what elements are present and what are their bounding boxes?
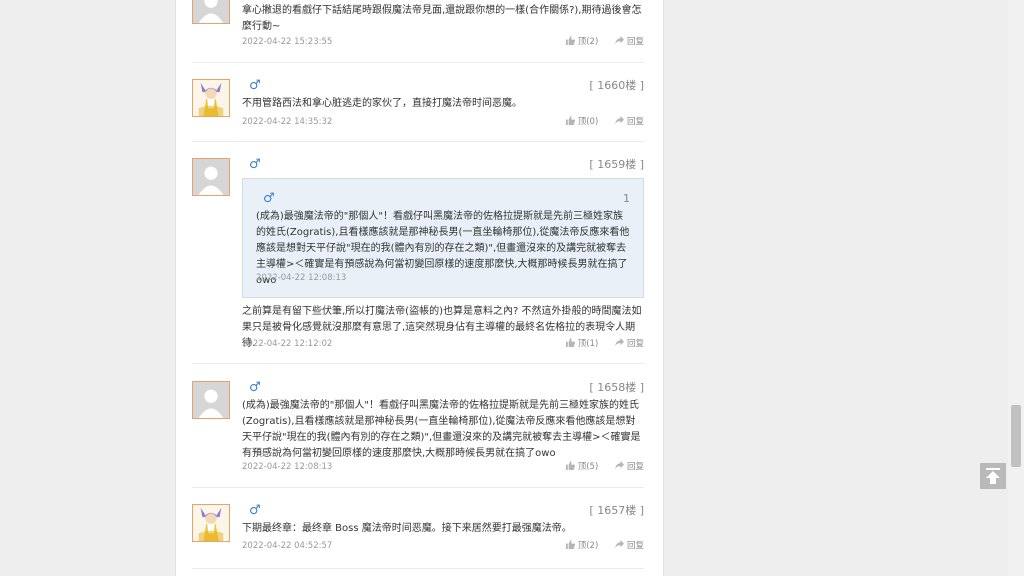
default-avatar-icon [193, 382, 229, 418]
default-avatar[interactable] [192, 158, 230, 196]
divider [192, 363, 644, 364]
quote-time: 2022-04-22 12:08:13 [256, 273, 347, 283]
like-button[interactable]: 顶(0) [565, 115, 598, 129]
reply-button[interactable]: 回复 [614, 115, 644, 129]
comment-text: (成為)最強魔法帝的"那個人"！看戲仔叫黑魔法帝的佐格拉提斯就是先前三極姓家族的… [242, 400, 641, 459]
like-button[interactable]: 顶(2) [565, 35, 598, 49]
comment-meta: 2022-04-22 14:35:32 顶(0) 回复 [242, 115, 644, 129]
reply-button[interactable]: 回复 [614, 35, 644, 49]
character-avatar[interactable] [192, 504, 230, 542]
comment-text: 下期最终章：最终章 Boss 魔法帝时间恶魔。接下来居然要打最强魔法帝。 [242, 523, 572, 534]
thumbs-up-icon [565, 461, 575, 470]
default-avatar-icon [193, 0, 229, 23]
gender-icon: ♂ [249, 157, 261, 172]
like-button[interactable]: 顶(1) [565, 337, 598, 351]
like-button[interactable]: 顶(5) [565, 460, 598, 474]
divider [192, 62, 644, 63]
comment-text: 不用管路西法和拿心脏逃走的家伙了，直接打魔法帝时间恶魔。 [242, 98, 522, 109]
reply-button[interactable]: 回复 [614, 337, 644, 351]
divider [192, 487, 644, 488]
comment-meta: 2022-04-22 15:23:55 顶(2) 回复 [242, 35, 644, 49]
comment-list: 拿心撇退的看戲仔下話結尾時跟假魔法帝見面,還說跟你想的一樣(合作關係?),期待過… [175, 0, 664, 576]
floor-number: [ 1659楼 ] [589, 158, 644, 171]
thumbs-up-icon [565, 116, 575, 125]
floor-number: [ 1657楼 ] [589, 504, 644, 517]
comment-time: 2022-04-22 04:52:57 [242, 541, 333, 551]
comment-text: 拿心撇退的看戲仔下話結尾時跟假魔法帝見面,還說跟你想的一樣(合作關係?),期待過… [242, 5, 642, 32]
vertical-scrollbar[interactable] [1008, 0, 1024, 576]
gender-icon: ♂ [249, 503, 261, 518]
gender-icon: ♂ [263, 191, 275, 206]
thumbs-up-icon [565, 540, 575, 549]
back-to-top-button[interactable] [980, 463, 1006, 489]
character-avatar-icon [193, 80, 229, 116]
comment-meta: 2022-04-22 12:12:02 顶(1) 回复 [242, 337, 644, 351]
scrollbar-thumb[interactable] [1011, 405, 1021, 467]
like-button[interactable]: 顶(2) [565, 539, 598, 553]
comment-item: ♂ [ 1658楼 ] (成為)最強魔法帝的"那個人"！看戲仔叫黑魔法帝的佐格拉… [192, 381, 644, 489]
default-avatar-icon [193, 159, 229, 195]
comment-time: 2022-04-22 12:08:13 [242, 462, 333, 472]
comment-item: ♂ [ 1657楼 ] 下期最终章：最终章 Boss 魔法帝时间恶魔。接下来居然… [192, 504, 644, 566]
share-arrow-icon [614, 338, 624, 347]
thumbs-up-icon [565, 36, 575, 45]
character-avatar-icon [193, 505, 229, 541]
comment-item: ♂ [ 1660楼 ] 不用管路西法和拿心脏逃走的家伙了，直接打魔法帝时间恶魔。… [192, 79, 644, 141]
divider [192, 141, 644, 142]
comment-item: 拿心撇退的看戲仔下話結尾時跟假魔法帝見面,還說跟你想的一樣(合作關係?),期待過… [192, 0, 644, 62]
comment-time: 2022-04-22 14:35:32 [242, 117, 333, 127]
thumbs-up-icon [565, 338, 575, 347]
comment-time: 2022-04-22 12:12:02 [242, 339, 333, 349]
share-arrow-icon [614, 540, 624, 549]
comment-meta: 2022-04-22 12:08:13 顶(5) 回复 [242, 460, 644, 474]
reply-button[interactable]: 回复 [614, 460, 644, 474]
arrow-up-icon [986, 468, 1000, 484]
share-arrow-icon [614, 116, 624, 125]
reply-button[interactable]: 回复 [614, 539, 644, 553]
comment-meta: 2022-04-22 04:52:57 顶(2) 回复 [242, 539, 644, 553]
comment-time: 2022-04-22 15:23:55 [242, 37, 333, 47]
divider [192, 568, 644, 569]
gender-icon: ♂ [249, 78, 261, 93]
comment-item: ♂ [ 1659楼 ] ♂ 1 (成為)最強魔法帝的"那個人"！看戲仔叫黑魔法帝… [192, 158, 644, 362]
character-avatar[interactable] [192, 79, 230, 117]
share-arrow-icon [614, 461, 624, 470]
quoted-comment: ♂ 1 (成為)最強魔法帝的"那個人"！看戲仔叫黑魔法帝的佐格拉提斯就是先前三極… [242, 178, 644, 298]
floor-number: [ 1660楼 ] [589, 79, 644, 92]
default-avatar[interactable] [192, 0, 230, 24]
default-avatar[interactable] [192, 381, 230, 419]
floor-number: [ 1658楼 ] [589, 381, 644, 394]
gender-icon: ♂ [249, 380, 261, 395]
quote-floor-number: 1 [623, 192, 630, 205]
share-arrow-icon [614, 36, 624, 45]
